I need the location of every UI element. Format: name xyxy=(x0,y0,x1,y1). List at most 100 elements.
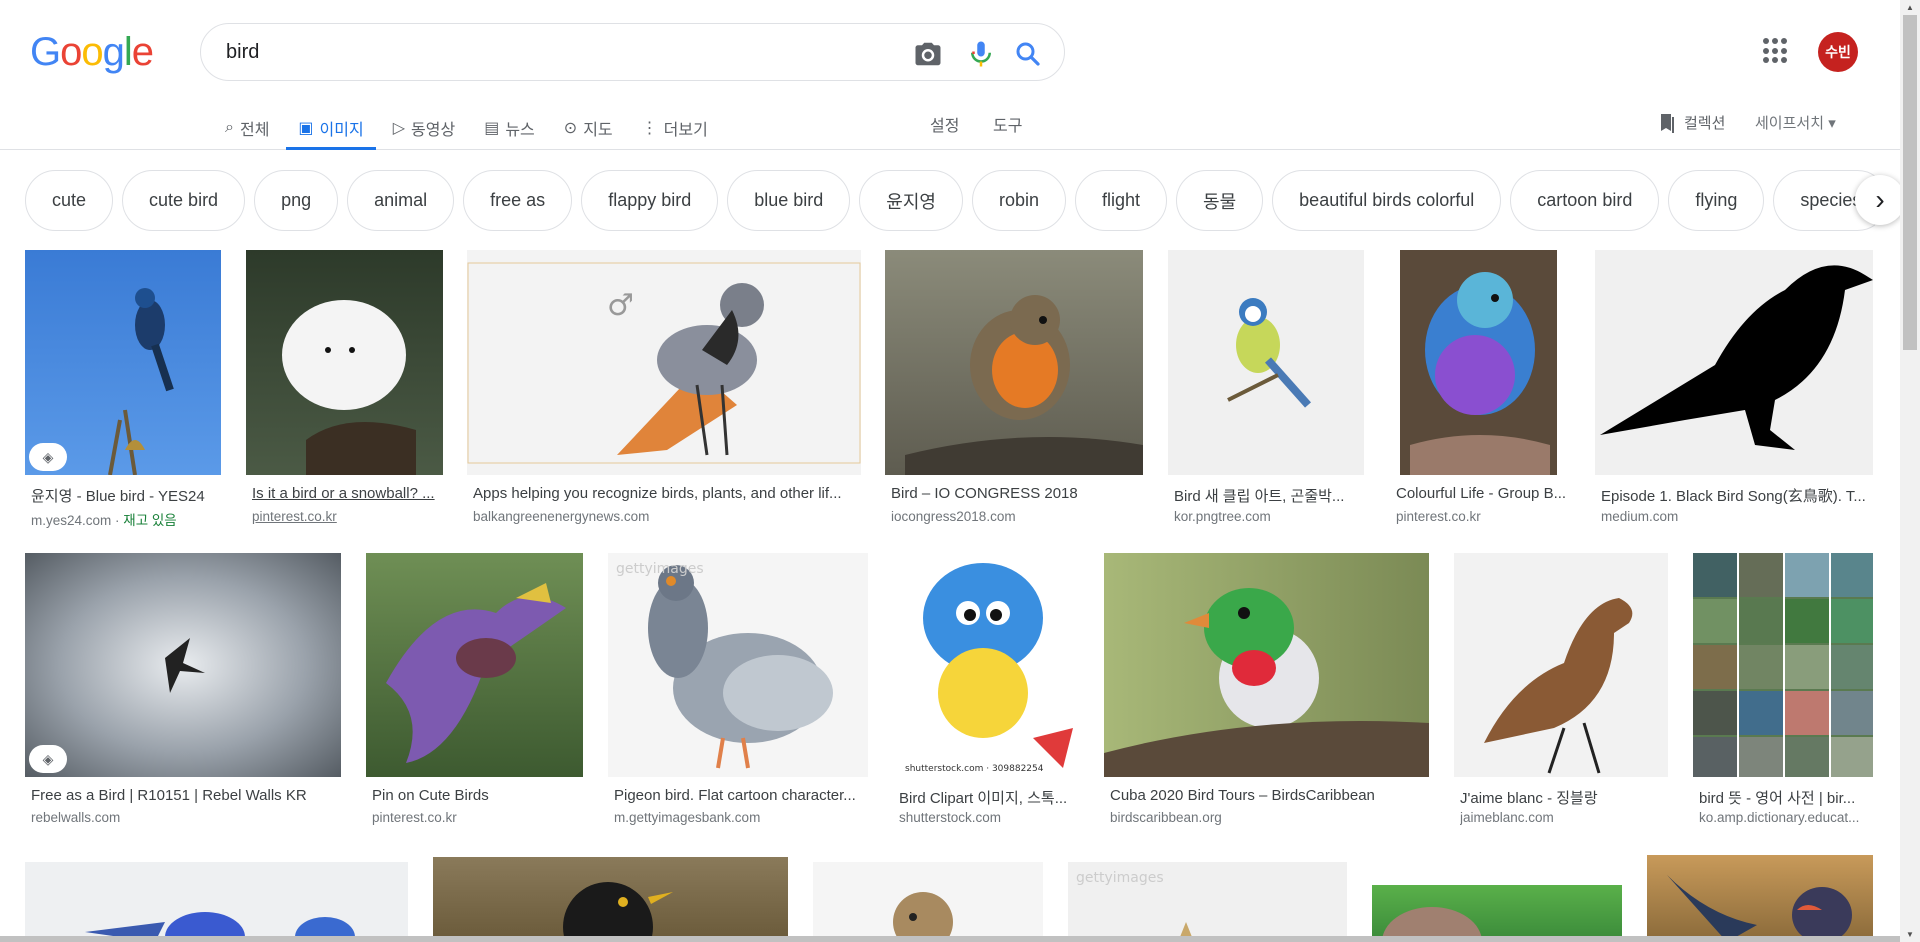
image-result[interactable]: ◈ Free as a Bird | R10151 | Rebel Walls … xyxy=(25,553,341,833)
image-result[interactable]: Colourful Life - Group B... pinterest.co… xyxy=(1390,250,1570,530)
image-result[interactable]: ◈ 윤지영 - Blue bird - YES24 m.yes24.com · … xyxy=(25,250,221,530)
tab-videos[interactable]: ▷ 동영상 xyxy=(393,105,467,150)
image-result[interactable]: Episode 1. Black Bird Song(玄鳥歌). T... me… xyxy=(1595,250,1873,530)
image-result[interactable]: gettyimages xyxy=(1068,862,1347,942)
result-source: rebelwalls.com xyxy=(31,810,121,825)
result-image xyxy=(246,250,443,475)
result-image: shutterstock.com · 309882254 xyxy=(893,553,1079,777)
image-result[interactable] xyxy=(1647,855,1873,942)
apps-grid-icon[interactable] xyxy=(1763,38,1789,64)
result-title[interactable]: bird 뜻 - 영어 사전 | bir... xyxy=(1699,787,1873,808)
result-title[interactable]: Free as a Bird | R10151 | Rebel Walls KR xyxy=(31,787,341,804)
tab-maps[interactable]: ⊙ 지도 xyxy=(564,105,625,150)
result-image: gettyimages xyxy=(1068,862,1347,942)
horizontal-scrollbar[interactable] xyxy=(0,936,1900,942)
image-result[interactable] xyxy=(433,857,788,942)
google-logo[interactable]: Google xyxy=(30,30,154,75)
tools-link[interactable]: 도구 xyxy=(993,112,1022,136)
chip[interactable]: 동물 xyxy=(1176,170,1264,231)
result-title[interactable]: 윤지영 - Blue bird - YES24 xyxy=(31,485,221,506)
source-domain: m.yes24.com xyxy=(31,513,112,528)
scroll-up-icon[interactable]: ▲ xyxy=(1900,0,1920,15)
chip[interactable]: beautiful birds colorful xyxy=(1272,170,1502,231)
result-source: m.yes24.com · 재고 있음 xyxy=(31,513,177,528)
result-title[interactable]: Bird – IO CONGRESS 2018 xyxy=(891,485,1143,502)
chip[interactable]: flight xyxy=(1075,170,1168,231)
result-title[interactable]: Bird Clipart 이미지, 스톡... xyxy=(899,787,1079,808)
image-result[interactable] xyxy=(813,862,1043,942)
result-title[interactable]: Pin on Cute Birds xyxy=(372,787,583,804)
caret-down-icon: ▾ xyxy=(1828,115,1836,132)
image-result[interactable]: bird 뜻 - 영어 사전 | bir... ko.amp.dictionar… xyxy=(1693,553,1873,833)
news-icon: ▤ xyxy=(484,119,500,137)
tab-label: 동영상 xyxy=(411,121,456,139)
svg-text:gettyimages: gettyimages xyxy=(1076,870,1164,886)
result-title[interactable]: Pigeon bird. Flat cartoon character... xyxy=(614,787,868,804)
search-box xyxy=(200,23,1065,81)
image-result[interactable]: gettyimages Pigeon bird. Flat cartoon ch… xyxy=(608,553,868,833)
chevron-right-icon[interactable]: › xyxy=(1855,175,1905,225)
result-title[interactable]: J'aime blanc - 징블랑 xyxy=(1460,787,1668,808)
result-source: kor.pngtree.com xyxy=(1174,509,1271,524)
mic-icon[interactable] xyxy=(966,39,996,69)
tab-images[interactable]: ▣ 이미지 xyxy=(286,105,377,150)
search-tabs: ⌕ 전체 ▣ 이미지 ▷ 동영상 ▤ 뉴스 ⊙ 지도 ⋮ 더보기 xyxy=(225,105,737,150)
image-result[interactable]: Cuba 2020 Bird Tours – BirdsCaribbean bi… xyxy=(1104,553,1429,833)
result-title[interactable]: Cuba 2020 Bird Tours – BirdsCaribbean xyxy=(1110,787,1429,804)
image-result[interactable]: ♂ Apps helping you recognize birds, plan… xyxy=(467,250,861,530)
safesearch-dropdown[interactable]: 세이프서치 ▾ xyxy=(1755,112,1836,133)
chip[interactable]: png xyxy=(254,170,339,231)
safesearch-label: 세이프서치 xyxy=(1755,115,1825,132)
result-title[interactable]: Episode 1. Black Bird Song(玄鳥歌). T... xyxy=(1601,485,1873,506)
chip[interactable]: blue bird xyxy=(727,170,851,231)
collection-link[interactable]: 컬렉션 xyxy=(1658,112,1725,133)
image-result[interactable]: J'aime blanc - 징블랑 jaimeblanc.com xyxy=(1454,553,1668,833)
result-source: m.gettyimagesbank.com xyxy=(614,810,761,825)
result-title[interactable]: Colourful Life - Group B... xyxy=(1396,485,1570,502)
image-result[interactable]: Bird 새 클립 아트, 곤줄박... kor.pngtree.com xyxy=(1168,250,1364,530)
stock-status: 재고 있음 xyxy=(123,513,177,528)
result-source: medium.com xyxy=(1601,509,1679,524)
camera-icon[interactable] xyxy=(913,39,943,69)
chip[interactable]: cute bird xyxy=(122,170,246,231)
chip[interactable]: free as xyxy=(463,170,573,231)
image-result[interactable]: Pin on Cute Birds pinterest.co.kr xyxy=(366,553,583,833)
search-input[interactable] xyxy=(226,38,876,66)
result-image xyxy=(366,553,583,777)
vertical-scrollbar[interactable]: ▲ ▼ xyxy=(1900,0,1920,942)
result-image: gettyimages xyxy=(608,553,868,777)
image-result[interactable] xyxy=(25,862,408,942)
map-pin-icon: ⊙ xyxy=(563,119,578,137)
image-result[interactable]: shutterstock.com · 309882254 Bird Clipar… xyxy=(893,553,1079,833)
image-result[interactable]: Is it a bird or a snowball? ... pinteres… xyxy=(246,250,443,530)
bookmark-icon xyxy=(1661,113,1674,133)
chip[interactable]: flying xyxy=(1668,170,1765,231)
more-vert-icon: ⋮ xyxy=(641,119,658,137)
result-title[interactable]: Apps helping you recognize birds, plants… xyxy=(473,485,861,502)
search-icon[interactable] xyxy=(1013,39,1043,69)
avatar[interactable]: 수빈 xyxy=(1818,32,1858,72)
collection-label: 컬렉션 xyxy=(1684,115,1726,132)
chip[interactable]: cartoon bird xyxy=(1510,170,1660,231)
result-image: ◈ xyxy=(25,250,221,475)
result-title[interactable]: Bird 새 클립 아트, 곤줄박... xyxy=(1174,485,1364,506)
scrollbar-thumb[interactable] xyxy=(1903,15,1917,350)
result-source: pinterest.co.kr xyxy=(252,509,337,524)
tab-all[interactable]: ⌕ 전체 xyxy=(225,105,281,150)
chip[interactable]: flappy bird xyxy=(581,170,719,231)
tab-more[interactable]: ⋮ 더보기 xyxy=(642,105,720,150)
result-image xyxy=(1104,553,1429,777)
image-result[interactable]: Bird – IO CONGRESS 2018 iocongress2018.c… xyxy=(885,250,1143,530)
tab-label: 뉴스 xyxy=(505,121,535,139)
tab-news[interactable]: ▤ 뉴스 xyxy=(484,105,547,150)
result-title[interactable]: Is it a bird or a snowball? ... xyxy=(252,485,442,502)
chip[interactable]: cute xyxy=(25,170,114,231)
chip[interactable]: robin xyxy=(971,170,1067,231)
image-icon: ▣ xyxy=(298,119,314,137)
scroll-down-icon[interactable]: ▼ xyxy=(1900,927,1920,942)
chip[interactable]: animal xyxy=(347,170,455,231)
result-image xyxy=(885,250,1143,475)
chip[interactable]: 윤지영 xyxy=(859,170,963,231)
image-result[interactable] xyxy=(1372,885,1622,942)
settings-link[interactable]: 설정 xyxy=(930,112,959,136)
